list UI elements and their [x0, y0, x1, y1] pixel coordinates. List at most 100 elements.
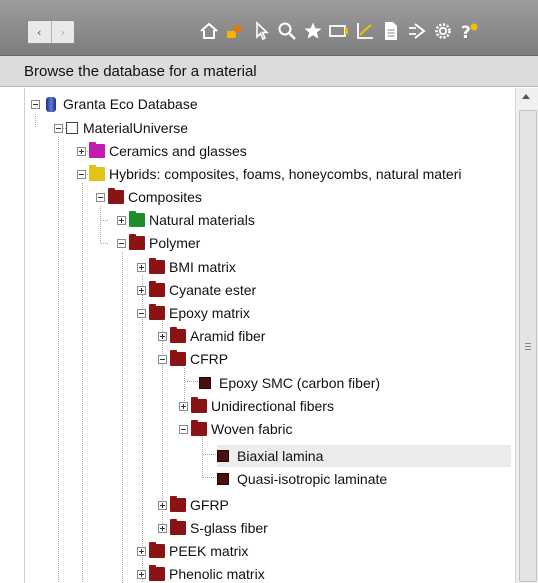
- expand-toggle[interactable]: [137, 546, 146, 556]
- back-button[interactable]: ‹: [28, 21, 51, 43]
- svg-text:?: ?: [461, 23, 471, 42]
- folder-icon: [149, 542, 165, 558]
- tree-node-label: Quasi-isotropic laminate: [237, 471, 388, 487]
- expand-toggle[interactable]: [158, 500, 167, 510]
- expand-toggle[interactable]: [137, 569, 146, 579]
- database-icon: [46, 96, 56, 112]
- tree-node-composites[interactable]: Composites: [96, 186, 202, 208]
- expand-toggle[interactable]: [158, 331, 167, 341]
- collapse-toggle[interactable]: [31, 99, 40, 109]
- folder-icon: [191, 397, 207, 413]
- tree-node-materialuniverse[interactable]: MaterialUniverse: [54, 117, 188, 139]
- folder-icon: [170, 496, 186, 512]
- scroll-thumb[interactable]: [519, 110, 537, 582]
- collapse-toggle[interactable]: [96, 192, 105, 202]
- document-icon[interactable]: [378, 18, 404, 44]
- window-icon[interactable]: [326, 18, 352, 44]
- material-tree[interactable]: Granta Eco Database MaterialUniverse Cer…: [24, 88, 516, 583]
- panel-caption: Browse the database for a material: [0, 56, 538, 87]
- tree-node-label: Epoxy matrix: [169, 305, 250, 321]
- collapse-toggle[interactable]: [117, 238, 126, 248]
- tree-node-epoxy-matrix[interactable]: Epoxy matrix: [137, 302, 250, 324]
- universe-icon: [66, 122, 78, 134]
- tree-node-granta-eco-database[interactable]: Granta Eco Database: [31, 93, 198, 115]
- tree-node-natural-materials[interactable]: Natural materials: [117, 209, 255, 231]
- tree-node-label: Cyanate ester: [169, 282, 257, 298]
- tree-node-label: Phenolic matrix: [169, 566, 265, 582]
- tree-node-label: MaterialUniverse: [83, 120, 189, 136]
- collapse-toggle[interactable]: [179, 424, 188, 434]
- forward-button[interactable]: ›: [50, 21, 75, 43]
- tree-node-aramid-fiber[interactable]: Aramid fiber: [158, 325, 265, 347]
- star-icon[interactable]: [300, 18, 326, 44]
- tree-node-label: Woven fabric: [211, 421, 293, 437]
- material-icon: [217, 450, 229, 462]
- tree-node-label: S-glass fiber: [190, 520, 268, 536]
- tree-node-peek-matrix[interactable]: PEEK matrix: [137, 540, 248, 562]
- tree-node-phenolic-matrix[interactable]: Phenolic matrix: [137, 563, 265, 583]
- material-icon: [217, 473, 229, 485]
- expand-toggle[interactable]: [158, 523, 167, 533]
- chart-icon[interactable]: [352, 18, 378, 44]
- open-folder-icon: [108, 188, 124, 204]
- tree-node-label: Composites: [128, 189, 202, 205]
- tree-node-ceramics-and-glasses[interactable]: Ceramics and glasses: [77, 140, 247, 162]
- tree-node-woven-fabric[interactable]: Woven fabric: [179, 418, 292, 440]
- open-folder-icon: [149, 304, 165, 320]
- folder-icon: [89, 142, 105, 158]
- open-folder-icon: [89, 165, 105, 181]
- tools-icon[interactable]: [222, 18, 248, 44]
- tree-node-hybrids[interactable]: Hybrids: composites, foams, honeycombs, …: [77, 163, 461, 185]
- folder-icon: [149, 281, 165, 297]
- tree-node-s-glass-fiber[interactable]: S-glass fiber: [158, 517, 268, 539]
- home-icon[interactable]: [196, 18, 222, 44]
- tree-node-label: Epoxy SMC (carbon fiber): [219, 375, 381, 391]
- vertical-scrollbar[interactable]: [515, 88, 538, 583]
- expand-toggle[interactable]: [179, 401, 188, 411]
- folder-icon: [170, 327, 186, 343]
- tree-node-label: BMI matrix: [169, 259, 236, 275]
- collapse-toggle[interactable]: [54, 123, 63, 133]
- tree-node-label: CFRP: [190, 351, 229, 367]
- tree-node-cyanate-ester[interactable]: Cyanate ester: [137, 279, 256, 301]
- tree-node-label: Hybrids: composites, foams, honeycombs, …: [109, 166, 462, 182]
- collapse-toggle[interactable]: [158, 354, 167, 364]
- help-icon[interactable]: ?: [456, 18, 482, 44]
- tree-node-label: Unidirectional fibers: [211, 398, 334, 414]
- tree-node-quasi-isotropic-laminate[interactable]: Quasi-isotropic laminate: [217, 468, 387, 490]
- tree-node-label: PEEK matrix: [169, 543, 249, 559]
- tree-node-epoxy-smc[interactable]: Epoxy SMC (carbon fiber): [199, 372, 380, 394]
- tree-node-label: GFRP: [190, 497, 229, 513]
- arrow-icon[interactable]: [404, 18, 430, 44]
- toolbar: ‹ › ?: [0, 0, 538, 56]
- expand-toggle[interactable]: [77, 146, 86, 156]
- tree-node-biaxial-lamina[interactable]: Biaxial lamina: [217, 445, 511, 467]
- open-folder-icon: [129, 234, 145, 250]
- grip-icon: [525, 343, 531, 350]
- search-icon[interactable]: [274, 18, 300, 44]
- tree-node-bmi-matrix[interactable]: BMI matrix: [137, 256, 236, 278]
- tree-node-label: Natural materials: [149, 212, 255, 228]
- toolbar-icons: ?: [196, 17, 482, 45]
- settings-icon[interactable]: [430, 18, 456, 44]
- tree-node-gfrp[interactable]: GFRP: [158, 494, 229, 516]
- expand-toggle[interactable]: [117, 215, 126, 225]
- expand-toggle[interactable]: [137, 262, 146, 272]
- tree-node-label: Aramid fiber: [190, 328, 266, 344]
- folder-icon: [149, 258, 165, 274]
- cursor-icon[interactable]: [248, 18, 274, 44]
- open-folder-icon: [170, 350, 186, 366]
- folder-icon: [170, 519, 186, 535]
- tree-node-polymer[interactable]: Polymer: [117, 232, 200, 254]
- material-icon: [199, 377, 211, 389]
- collapse-toggle[interactable]: [77, 169, 86, 179]
- tree-node-unidirectional-fibers[interactable]: Unidirectional fibers: [179, 395, 334, 417]
- collapse-toggle[interactable]: [137, 308, 146, 318]
- scroll-up-arrow-icon[interactable]: [522, 94, 530, 99]
- tree-node-label: Ceramics and glasses: [109, 143, 247, 159]
- folder-icon: [129, 211, 145, 227]
- expand-toggle[interactable]: [137, 285, 146, 295]
- tree-node-label: Polymer: [149, 235, 201, 251]
- tree-node-cfrp[interactable]: CFRP: [158, 348, 228, 370]
- folder-icon: [149, 565, 165, 581]
